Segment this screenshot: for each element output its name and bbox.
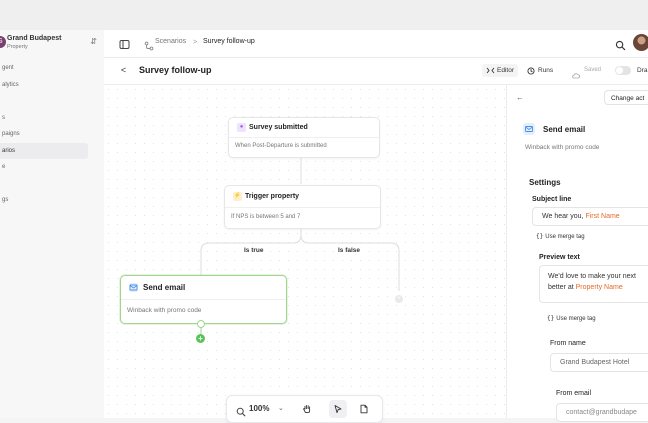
sidebar-item-settings[interactable]: gs [0,192,104,209]
sidebar-item-scenarios[interactable]: arios [0,142,88,159]
preview-text-field[interactable]: We'd love to make your next better at Pr… [539,265,648,303]
sidebar-icon[interactable] [119,37,130,49]
sidebar-item-blank[interactable] [0,93,104,110]
condition-node-title: Trigger property [245,192,300,200]
sidebar-item-guests[interactable]: s [0,110,104,127]
route-icon [144,38,154,51]
saved-status: Saved [584,66,602,73]
org-logo: G [0,36,6,48]
merge-tag-first-name[interactable]: First Name [585,213,619,220]
draft-toggle[interactable] [615,66,631,75]
tab-editor[interactable]: Editor [482,64,518,77]
survey-icon: ● [237,123,246,132]
condition-node[interactable]: ⚡ Trigger property If NPS is between 5 a… [224,185,381,229]
mail-icon [523,123,535,135]
search-icon[interactable] [615,38,626,51]
sidebar-item-campaigns[interactable]: paigns [0,126,104,143]
action-config-panel: ← Change act Send email Winback with pro… [506,85,648,422]
sidebar-item-profile[interactable]: e [0,159,104,176]
subject-merge-tag-label: Use merge tag [545,234,585,240]
preview-text-line-2: better at [548,284,574,291]
preview-merge-tag-label: Use merge tag [556,316,596,322]
canvas-toolbar: 100% ⌄ [226,395,383,423]
back-button[interactable]: < [116,63,131,78]
arrow-left-icon[interactable]: ← [516,93,524,102]
draft-label: Dra [637,66,648,74]
note-icon [360,404,368,414]
window-top-strip [0,0,648,30]
from-name-label: From name [550,340,586,347]
sidebar-item-agent[interactable]: gent [0,60,104,77]
condition-node-description: If NPS is between 5 and 7 [231,214,301,220]
preview-merge-tag-button[interactable]: {} Use merge tag [547,315,596,322]
email-node-description: Winback with promo code [127,307,202,314]
panel-title: Send email [543,125,586,134]
branch-false-label[interactable]: Is false [335,246,364,255]
hand-icon [303,404,311,413]
settings-heading: Settings [529,178,561,187]
pointer-tool-button[interactable] [329,400,347,418]
page-header: < Survey follow-up Editor Runs Saved Dra [104,58,648,85]
tab-editor-label: Editor [497,67,514,74]
branch-true-label[interactable]: Is true [241,246,267,255]
trigger-node-header: ● Survey submitted [229,118,379,138]
email-node[interactable]: Send email Winback with promo code [120,275,287,324]
preview-text-label: Preview text [539,254,580,261]
change-action-button[interactable]: Change act [604,90,648,105]
avatar[interactable] [633,34,648,51]
sidebar-nav: gent alytics s paigns arios e gs [0,60,104,209]
panel-description: Winback with promo code [525,144,600,151]
breadcrumb-current: Survey follow-up [203,38,255,45]
sidebar-item-analytics[interactable]: alytics [0,77,104,94]
breadcrumb-scenarios[interactable]: Scenarios [155,38,186,45]
trigger-node[interactable]: ● Survey submitted When Post-Departure i… [228,117,380,158]
hand-tool-button[interactable] [298,400,316,418]
org-name: Grand Budapest [7,35,62,42]
close-icon[interactable]: × [395,295,403,303]
note-tool-button[interactable] [355,400,373,418]
merge-tag-property-name[interactable]: Property Name [576,284,623,291]
runs-icon [527,67,535,75]
pointer-icon [334,405,342,414]
sidebar-item-spacer [0,176,104,193]
bolt-icon: ⚡ [233,192,242,201]
email-node-header: Send email [121,276,286,300]
subject-line-text: We hear you, [542,213,584,220]
trigger-node-description: When Post-Departure is submitted [235,143,327,149]
subject-line-field[interactable]: We hear you, First Name [532,207,648,226]
sidebar: G Grand Budapest Property ⇵ gent alytics… [0,30,105,418]
org-switcher[interactable]: G Grand Budapest Property ⇵ [0,34,104,52]
cloud-check-icon [572,67,580,79]
from-email-label: From email [556,390,592,397]
chevron-updown-icon[interactable]: ⇵ [90,37,97,46]
zoom-level[interactable]: 100% [249,404,269,413]
app-header: Scenarios > Survey follow-up [104,30,648,58]
braces-icon: {} [536,233,544,240]
from-email-value: contact@grandbudape [566,409,637,416]
from-email-field[interactable]: contact@grandbudape [556,403,648,422]
node-output-handle[interactable] [197,320,205,328]
tab-runs[interactable]: Runs [523,64,557,77]
trigger-node-title: Survey submitted [249,123,308,131]
add-step-button[interactable]: + [196,334,205,343]
from-name-value: Grand Budapest Hotel [560,359,630,366]
subject-line-label: Subject line [532,196,572,203]
chevron-down-icon[interactable]: ⌄ [278,404,284,412]
preview-text-line-1: We'd love to make your next [548,273,636,280]
email-node-title: Send email [143,283,186,292]
breadcrumb-separator: > [193,37,198,46]
mail-icon [129,283,138,292]
zoom-icon [236,404,246,417]
page-title: Survey follow-up [139,65,212,75]
condition-node-header: ⚡ Trigger property [225,186,380,208]
subject-merge-tag-button[interactable]: {} Use merge tag [536,233,585,240]
workflow-canvas[interactable]: ● Survey submitted When Post-Departure i… [104,85,506,423]
tab-runs-label: Runs [538,67,554,74]
from-name-field[interactable]: Grand Budapest Hotel [550,353,648,372]
braces-icon: {} [547,315,555,322]
code-icon [486,67,495,74]
org-subtitle: Property [7,44,28,50]
